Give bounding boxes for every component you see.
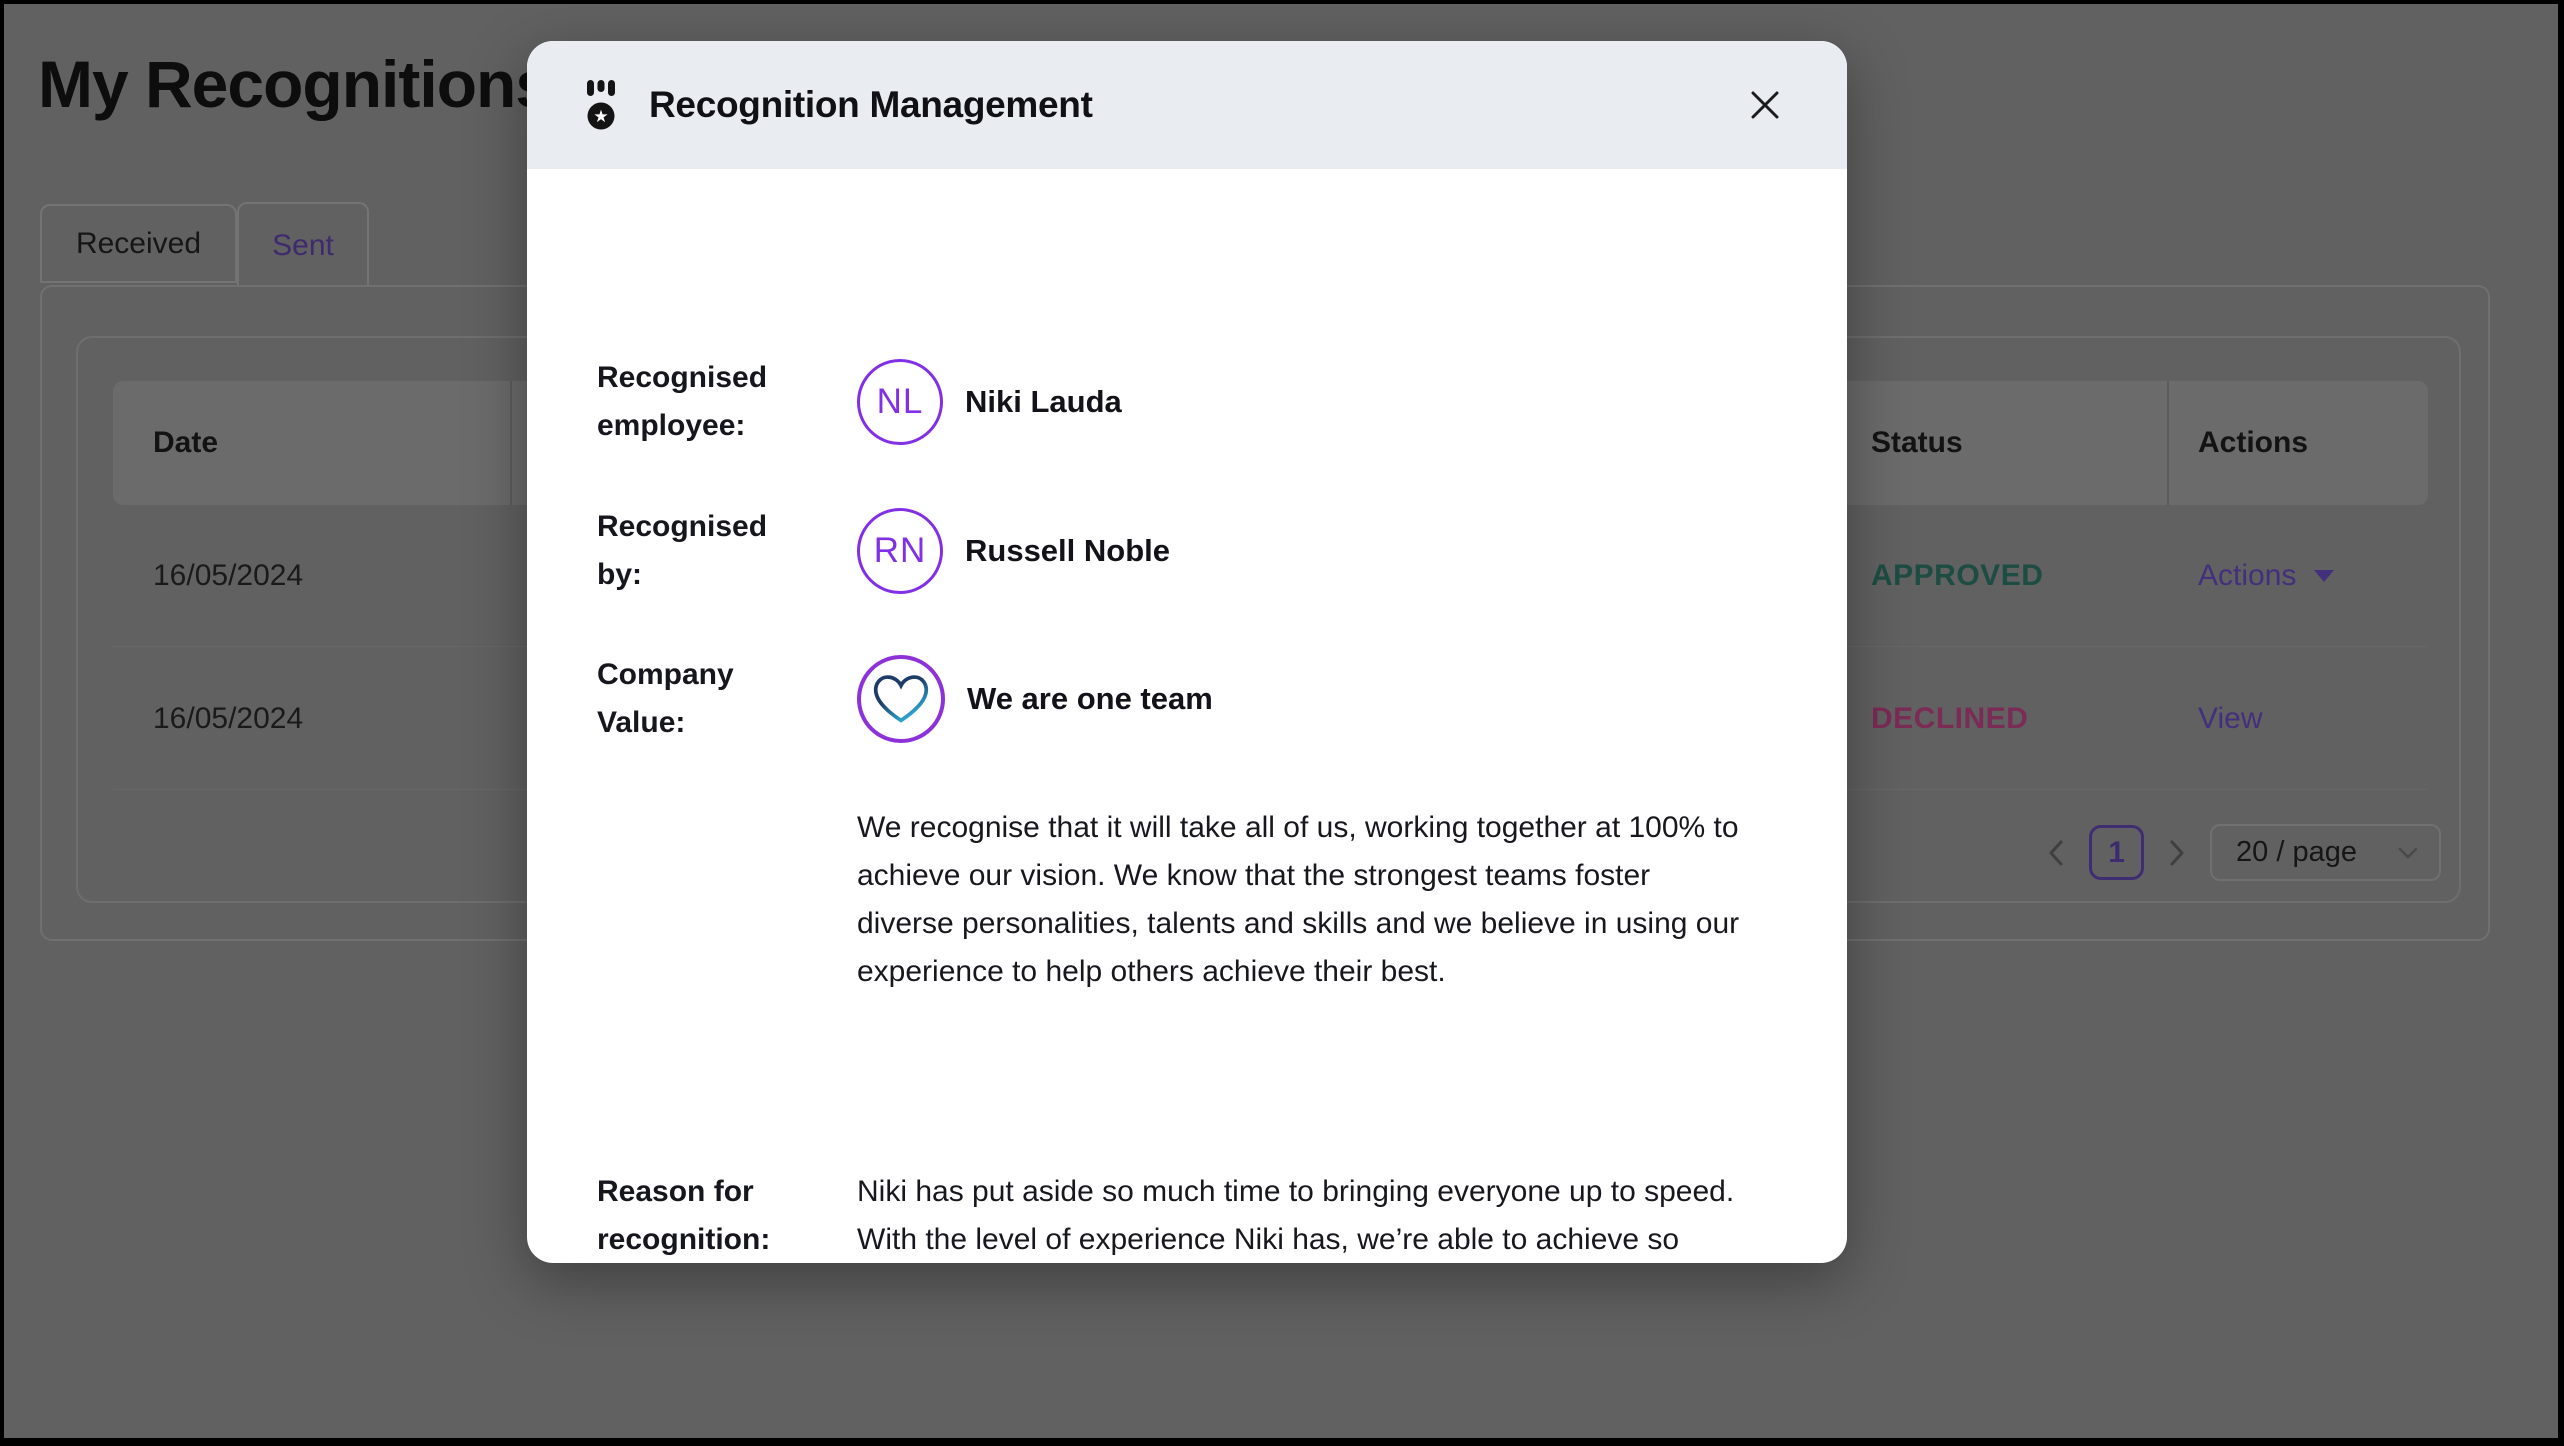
dialog-header: ★ Recognition Management <box>527 41 1847 169</box>
recognised-by-field: Recognised by: RN Russell Noble <box>597 503 1170 599</box>
reason-field: Reason for recognition: Niki has put asi… <box>597 1168 1752 1263</box>
recognised-employee-name: Niki Lauda <box>965 384 1122 420</box>
pagination: 1 20 / page <box>2043 824 2441 881</box>
page-size-value: 20 / page <box>2236 836 2357 869</box>
close-button[interactable] <box>1739 79 1791 131</box>
chevron-down-icon <box>2397 846 2419 860</box>
heart-icon <box>857 655 945 743</box>
date-cell: 16/05/2024 <box>153 702 303 736</box>
chevron-right-icon <box>2168 838 2186 868</box>
status-badge: APPROVED <box>1871 559 2043 593</box>
column-header-status: Status <box>1871 381 1963 505</box>
company-value-name: We are one team <box>967 681 1213 717</box>
actions-dropdown-label: Actions <box>2198 559 2296 593</box>
reason-text: Niki has put aside so much time to bring… <box>857 1168 1752 1263</box>
tab-sent[interactable]: Sent <box>237 202 369 287</box>
tab-received-label: Received <box>76 227 201 261</box>
company-value-label: Company Value: <box>597 651 772 747</box>
previous-page-button[interactable] <box>2043 838 2069 868</box>
avatar: RN <box>857 508 943 594</box>
column-divider <box>2167 381 2169 505</box>
actions-dropdown-link[interactable]: Actions <box>2198 559 2334 593</box>
recognised-by-name: Russell Noble <box>965 533 1170 569</box>
view-link[interactable]: View <box>2198 702 2262 736</box>
page-title: My Recognitions <box>38 46 551 122</box>
column-divider <box>510 381 512 505</box>
recognised-employee-field: Recognised employee: NL Niki Lauda <box>597 354 1122 450</box>
view-link-label: View <box>2198 702 2262 736</box>
company-value-field: Company Value: We are one team <box>597 651 1213 747</box>
page-number-button[interactable]: 1 <box>2089 825 2144 880</box>
status-badge: DECLINED <box>1871 702 2028 736</box>
avatar: NL <box>857 359 943 445</box>
column-header-date: Date <box>153 381 218 505</box>
column-header-actions: Actions <box>2198 381 2308 505</box>
chevron-left-icon <box>2047 838 2065 868</box>
dialog-body: Recognised employee: NL Niki Lauda Recog… <box>527 169 1847 1263</box>
recognition-management-dialog: ★ Recognition Management Recognised empl… <box>527 41 1847 1263</box>
recognised-by-label: Recognised by: <box>597 503 772 599</box>
reason-label: Reason for recognition: <box>597 1168 772 1263</box>
company-value-description: We recognise that it will take all of us… <box>857 804 1752 996</box>
tab-bar: Received Sent <box>40 202 369 287</box>
page-size-select[interactable]: 20 / page <box>2210 824 2441 881</box>
medal-icon: ★ <box>585 79 617 131</box>
company-value-description-row: We recognise that it will take all of us… <box>597 804 1752 996</box>
tab-sent-label: Sent <box>272 229 334 263</box>
date-cell: 16/05/2024 <box>153 559 303 593</box>
close-icon <box>1747 87 1783 123</box>
caret-down-icon <box>2314 570 2334 582</box>
dialog-title: Recognition Management <box>649 84 1093 126</box>
tab-received[interactable]: Received <box>40 204 237 283</box>
next-page-button[interactable] <box>2164 838 2190 868</box>
recognised-employee-label: Recognised employee: <box>597 354 772 450</box>
svg-text:★: ★ <box>593 107 608 126</box>
